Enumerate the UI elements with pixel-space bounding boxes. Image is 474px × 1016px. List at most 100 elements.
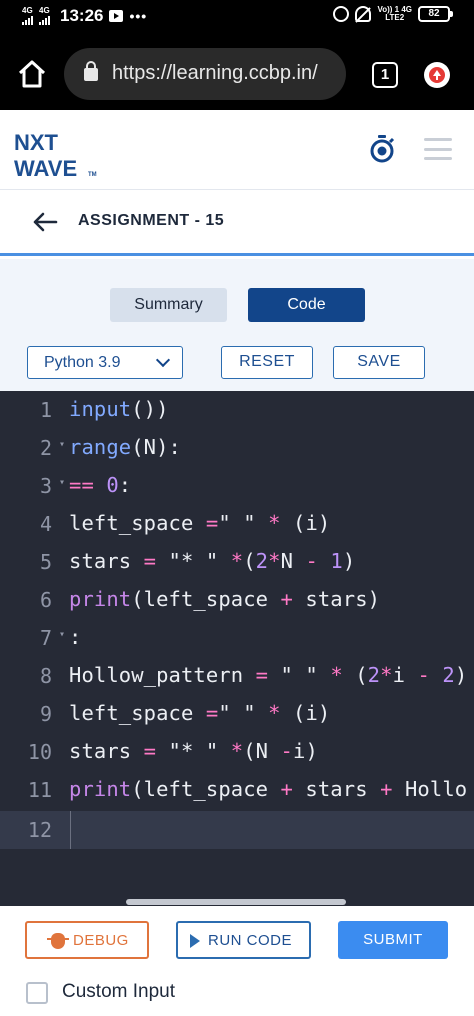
- network-type-1: 4G: [22, 6, 33, 15]
- tab-summary[interactable]: Summary: [110, 288, 227, 322]
- line-gutter: 4: [0, 505, 70, 543]
- token: -: [305, 549, 318, 573]
- update-icon[interactable]: [424, 62, 450, 88]
- line-number: 4: [39, 512, 52, 536]
- address-bar[interactable]: https://learning.ccbp.in/: [64, 48, 346, 100]
- submit-button[interactable]: SUBMIT: [338, 921, 448, 959]
- save-button[interactable]: SAVE: [333, 346, 425, 379]
- code-line[interactable]: 5 stars = "* " *(2*N - 1): [0, 543, 474, 581]
- mute-icon: [355, 6, 372, 22]
- token: stars): [292, 587, 381, 611]
- code-content[interactable]: left_space =" " * (i): [69, 701, 330, 725]
- code-line[interactable]: 9 left_space =" " * (i): [0, 695, 474, 733]
- token: :: [69, 625, 82, 649]
- token: =: [205, 511, 219, 535]
- bug-icon: [47, 933, 69, 949]
- more-notifications: •••: [129, 8, 148, 24]
- code-line[interactable]: 2 ▾ range(N):: [0, 429, 474, 467]
- token: "* ": [156, 549, 231, 573]
- code-content[interactable]: :: [69, 625, 81, 649]
- code-editor[interactable]: 1 input()) 2 ▾ range(N): 3 ▾ == 0: 4 left_…: [0, 391, 474, 906]
- language-select[interactable]: Python 3.9: [27, 346, 183, 379]
- custom-input-checkbox[interactable]: [26, 982, 48, 1004]
- action-bar: DEBUG RUN CODE SUBMIT Custom Input: [0, 906, 474, 1016]
- code-line[interactable]: 1 input()): [0, 391, 474, 429]
- fold-arrow-icon[interactable]: ▾: [59, 477, 65, 488]
- lock-icon: [84, 61, 98, 81]
- url-text[interactable]: https://learning.ccbp.in/: [112, 62, 338, 85]
- code-line[interactable]: 6 print(left_space + stars): [0, 581, 474, 619]
- code-content[interactable]: input()): [69, 397, 169, 421]
- token: +: [280, 777, 293, 801]
- battery-icon: 82: [418, 6, 453, 22]
- app-header: NXT WAVE TM: [0, 110, 474, 190]
- back-arrow-icon[interactable]: [32, 212, 58, 232]
- line-gutter: 10: [0, 733, 70, 771]
- code-line[interactable]: 7 ▾ :: [0, 619, 474, 657]
- horizontal-scrollbar[interactable]: [126, 899, 346, 905]
- editor-controls: Summary Code Python 3.9 RESET SAVE: [0, 259, 474, 391]
- token: (i): [280, 511, 331, 535]
- signal-bars-icon: [39, 15, 50, 25]
- nxtwave-logo[interactable]: NXT WAVE TM: [14, 128, 104, 178]
- token: stars: [69, 549, 144, 573]
- line-number: 6: [39, 588, 52, 612]
- reset-button[interactable]: RESET: [221, 346, 313, 379]
- play-icon: [190, 934, 200, 948]
- token: *: [230, 739, 244, 763]
- code-content[interactable]: left_space =" " * (i): [69, 511, 330, 535]
- token: (N):: [131, 435, 181, 459]
- code-content[interactable]: Hollow_pattern = " " * (2*i - 2): [69, 663, 467, 687]
- code-line[interactable]: 4 left_space =" " * (i): [0, 505, 474, 543]
- timer-icon[interactable]: [368, 134, 396, 164]
- token: =: [143, 549, 157, 573]
- token: ): [342, 549, 356, 573]
- menu-icon[interactable]: [424, 138, 452, 160]
- token: print: [69, 777, 132, 801]
- fold-arrow-icon[interactable]: ▾: [59, 629, 65, 640]
- code-line[interactable]: 3 ▾ == 0:: [0, 467, 474, 505]
- code-content[interactable]: stars = "* " *(N -i): [69, 739, 318, 763]
- signal-2: 4G: [39, 7, 50, 25]
- signal-bars-icon: [22, 15, 33, 25]
- code-line[interactable]: 11 print(left_space + stars + Hollo: [0, 771, 474, 809]
- tab-switcher-button[interactable]: 1: [372, 62, 398, 88]
- token: (: [243, 549, 256, 573]
- token: ()): [131, 397, 169, 421]
- token: Hollo: [392, 777, 468, 801]
- home-icon[interactable]: [14, 56, 50, 92]
- token: *: [268, 511, 281, 535]
- token: *: [268, 701, 281, 725]
- debug-button[interactable]: DEBUG: [25, 921, 149, 959]
- token: 2: [367, 663, 381, 687]
- line-number: 7: [39, 626, 52, 650]
- debug-label: DEBUG: [73, 932, 129, 949]
- tab-code[interactable]: Code: [248, 288, 365, 322]
- run-code-button[interactable]: RUN CODE: [176, 921, 311, 959]
- token: ==: [69, 473, 94, 497]
- code-content[interactable]: == 0:: [69, 473, 131, 497]
- alarm-icon: [333, 6, 350, 22]
- line-number: 2: [39, 436, 52, 460]
- language-value: Python 3.9: [44, 354, 121, 371]
- line-number: 11: [27, 778, 52, 802]
- fold-arrow-icon[interactable]: ▾: [59, 439, 65, 450]
- code-line-active[interactable]: 12: [0, 811, 474, 849]
- code-content[interactable]: range(N):: [69, 435, 181, 459]
- code-content[interactable]: print(left_space + stars): [69, 587, 380, 611]
- code-content[interactable]: stars = "* " *(2*N - 1): [69, 549, 355, 573]
- token: (N: [243, 739, 281, 763]
- token: =: [143, 739, 157, 763]
- code-line[interactable]: 10 stars = "* " *(N -i): [0, 733, 474, 771]
- logo-line1: NXT: [14, 130, 59, 155]
- code-line[interactable]: 8 Hollow_pattern = " " * (2*i - 2): [0, 657, 474, 695]
- token: *: [380, 663, 393, 687]
- token: :: [118, 473, 132, 497]
- status-right: Vo)) 1 4G LTE2 82: [333, 6, 453, 22]
- token: left_space: [69, 511, 206, 535]
- custom-input-label[interactable]: Custom Input: [62, 981, 175, 1003]
- token: 0: [106, 473, 119, 497]
- code-content[interactable]: print(left_space + stars + Hollo: [69, 777, 467, 801]
